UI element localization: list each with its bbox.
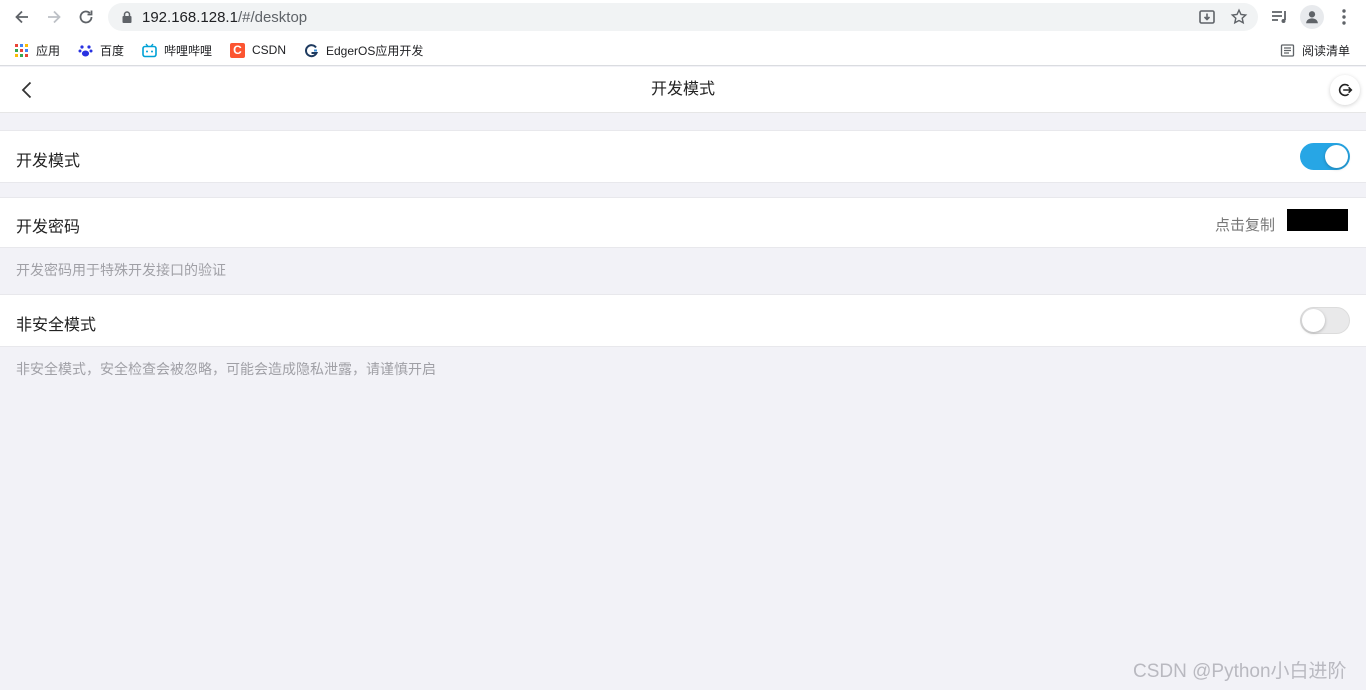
copy-password-link[interactable]: 点击复制	[1215, 214, 1275, 235]
bookmark-edgeros[interactable]: EdgerOS应用开发	[304, 41, 423, 59]
forward-arrow-icon[interactable]	[38, 1, 70, 33]
reading-list-label: 阅读清单	[1302, 43, 1351, 58]
dev-password-hint: 开发密码用于特殊开发接口的验证	[16, 262, 226, 278]
back-button[interactable]	[16, 79, 38, 101]
reload-icon[interactable]	[70, 1, 102, 33]
profile-avatar-icon[interactable]	[1300, 5, 1324, 29]
dev-password-label: 开发密码	[16, 219, 81, 236]
password-value-redacted[interactable]	[1287, 209, 1348, 231]
app-header: 开发模式	[0, 67, 1366, 113]
csdn-watermark: CSDN @Python小白进阶	[1133, 661, 1347, 682]
insecure-mode-toggle[interactable]	[1300, 307, 1350, 334]
more-vertical-icon[interactable]	[1334, 7, 1354, 27]
bookmark-csdn[interactable]: C CSDN	[230, 41, 286, 59]
media-queue-icon[interactable]	[1270, 7, 1290, 27]
star-icon[interactable]	[1230, 8, 1248, 26]
bookmarks-bar: 应用 百度 哔哩哔哩 C CSDN EdgerOS应用开发 阅读清单	[0, 34, 1366, 66]
back-arrow-icon[interactable]	[6, 1, 38, 33]
bilibili-tv-icon	[142, 43, 157, 58]
bookmark-bilibili[interactable]: 哔哩哔哩	[142, 41, 212, 59]
dev-password-row: 开发密码 点击复制	[0, 197, 1366, 248]
bookmark-baidu[interactable]: 百度	[78, 41, 124, 59]
bookmark-label: CSDN	[252, 43, 287, 57]
chevron-left-icon	[21, 81, 32, 99]
address-bar[interactable]: 192.168.128.1/#/desktop	[108, 3, 1258, 31]
reading-list-icon	[1280, 43, 1295, 58]
page-title: 开发模式	[650, 81, 715, 98]
bookmark-label: 应用	[36, 43, 61, 58]
insecure-mode-row: 非安全模式	[0, 294, 1366, 347]
install-app-icon[interactable]	[1198, 8, 1216, 26]
url-host: 192.168.128.1	[142, 9, 238, 26]
browser-toolbar: 192.168.128.1/#/desktop	[0, 0, 1366, 34]
toggle-knob	[1302, 309, 1325, 332]
bookmark-label: 百度	[100, 43, 125, 58]
csdn-c-icon: C	[230, 42, 245, 58]
bookmark-apps[interactable]: 应用	[14, 41, 60, 59]
insecure-mode-label: 非安全模式	[16, 317, 97, 334]
url-path: /#/desktop	[237, 9, 308, 26]
edgeros-g-icon	[304, 43, 319, 58]
url-text: 192.168.128.1/#/desktop	[142, 9, 307, 26]
logout-icon	[1338, 83, 1353, 97]
dev-mode-label: 开发模式	[16, 153, 81, 170]
dev-mode-row: 开发模式	[0, 130, 1366, 183]
lock-icon	[122, 11, 132, 23]
logout-button[interactable]	[1330, 75, 1360, 105]
bookmark-label: 哔哩哔哩	[164, 43, 213, 58]
reading-list-button[interactable]: 阅读清单	[1280, 41, 1350, 59]
bookmark-label: EdgerOS应用开发	[326, 43, 424, 58]
insecure-mode-hint: 非安全模式，安全检查会被忽略，可能会造成隐私泄露，请谨慎开启	[16, 361, 436, 377]
apps-grid-icon	[14, 43, 29, 58]
toggle-knob	[1325, 145, 1348, 168]
baidu-paw-icon	[78, 43, 93, 58]
dev-mode-toggle[interactable]	[1300, 143, 1350, 170]
